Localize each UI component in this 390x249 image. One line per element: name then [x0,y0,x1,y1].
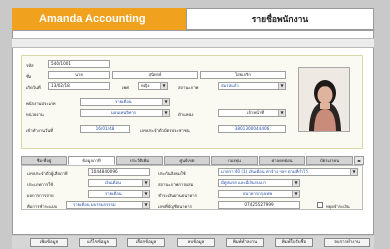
print-list-button[interactable]: พิมพ์ใบรับชื่อ [275,238,313,247]
id-card-label: เลขประจำตัวบัตรประชาชน [140,128,190,133]
tab-bar: ชื่อ-ที่อยู่ ข้อมูลภาษี ประวัติเพิ่ม ศูน… [21,156,364,165]
calc-type-value: เงินเดือน [105,180,121,185]
payment-method-label: คือการชำระแบบ [27,204,58,209]
marital-select[interactable]: สมรสแล้ว ▼ [218,82,286,90]
staff-type-label: พนักงานประเภท [26,101,56,106]
account-number-label: เลขที่บัญชีธนาคาร [158,204,192,209]
tab-history[interactable]: ประวัติเพิ่ม [116,156,163,165]
department-value: มอนเทนจิทาร [111,110,137,115]
payment-method-value: รายเดือน มบรรมกรรรม [73,202,116,207]
page-title: รายชื่อพนักงาน [186,8,374,30]
select-button[interactable]: เลือกข้อมูล [127,238,165,247]
birth-date-field[interactable]: 13/02/18 [48,82,110,90]
marital-label: สถานะภาพ [178,85,199,90]
start-date-field[interactable]: 16/01/48 [80,125,130,133]
edit-button[interactable]: แก้ไขข้อมูล [79,238,117,247]
chevron-down-icon: ▼ [350,169,357,175]
tab-time-card[interactable]: บัตรเงาคน [306,156,353,165]
tab-tax-info[interactable]: ข้อมูลภาษี [68,156,115,165]
payment-method-select[interactable]: รายเดือน มบรรมกรรรม ▼ [66,201,150,209]
staff-type-select[interactable]: รายเดือน ▼ [80,98,170,106]
tax-id-field[interactable]: 1044840096 [88,168,150,176]
calc-type-select[interactable]: เงินเดือน ▼ [88,179,150,187]
tax-id-label: เลขประจำตัวผู้เสียภาษี [27,171,68,176]
spouse-status-label: สถานะภาพการผสม [158,182,194,187]
bank-select[interactable]: ธนาคารกรุงเทพ ▼ [218,190,300,198]
tab-name-address[interactable]: ชื่อ-ที่อยู่ [21,156,67,165]
chevron-down-icon: ▼ [142,191,149,197]
add-button[interactable]: เพิ่มข้อมูล [30,238,68,247]
chevron-down-icon: ▼ [142,202,149,208]
spouse-status-value: มีคู่สมรส และมีเงินรบเบา [221,180,266,185]
stop-payment-label: หยุดจำระเงิน [326,204,350,209]
pay-cycle-label: ผลการการจ่าย [27,193,54,198]
position-label: ตำแหน่ง [178,112,194,117]
pay-cycle-value: รายเดือน [105,191,122,196]
department-label: หน่วยงาน [26,112,44,117]
code-label: รหัส [26,63,34,68]
employee-photo [298,67,350,132]
id-card-field[interactable]: 3801300044406 [218,125,286,133]
person-portrait-icon [299,68,349,131]
chevron-down-icon: ▼ [278,110,285,116]
name-label: ชื่อ [26,74,32,79]
chevron-down-icon: ▼ [292,191,299,197]
delete-button[interactable]: ลบข้อมูล [177,238,215,247]
last-name-field[interactable]: ไสยเกริก [200,71,286,79]
staff-type-value: รายเดือน [115,99,132,104]
bank-label: ชำระเงินผ่านธนาคาร [158,193,197,198]
chevron-down-icon: ▼ [278,83,285,89]
bank-value: ธนาคารกรุงเทพ [243,191,272,196]
sex-label: เพศ [122,85,129,90]
birth-date-label: เกิดวันที่ [26,85,41,90]
close-button[interactable]: จบการทำงาน [324,238,370,247]
tab-cost-center[interactable]: ศูนย์เขต [164,156,210,165]
position-value: เจ้าหน้าที่ [247,110,264,115]
pay-cycle-select[interactable]: รายเดือน ▼ [88,190,150,198]
tab-fund[interactable]: กองทุน [211,156,258,165]
social-security-label: ประกันสังคมใช้ [158,171,186,176]
department-select[interactable]: มอนเทนจิทาร ▼ [80,109,170,117]
spouse-status-select[interactable]: มีคู่สมรส และมีเงินรบเบา ▼ [218,179,300,187]
sex-select[interactable]: หญิง ▼ [138,82,168,90]
marital-value: สมรสแล้ว [221,83,239,88]
app-title: Amanda Accounting [12,8,186,30]
social-security-value: มาตรา 40 (1) เงินเดือน ค่าจ้าง ฯลฯ ตามที… [221,169,308,174]
calc-type-label: ประเภทการใช้ [27,182,54,187]
prefix-field[interactable]: นาย [48,71,110,79]
chevron-down-icon: ▼ [162,110,169,116]
tab-deduction[interactable]: ค่าลดหย่อน [259,156,305,165]
chevron-down-icon: ▼ [292,180,299,186]
chevron-down-icon: ▼ [160,83,167,89]
start-date-label: เข้าทำงานวันที่ [26,128,53,133]
top-strip [12,38,374,48]
position-select[interactable]: เจ้าหน้าที่ ▼ [218,109,286,117]
tab-scroll-arrows[interactable]: ◂▸ [354,156,364,165]
chevron-down-icon: ▼ [162,99,169,105]
code-field[interactable]: 540/1001 [48,60,110,68]
chevron-down-icon: ▼ [142,180,149,186]
first-name-field[interactable]: สุนิทรย์ [112,71,198,79]
print-card-button[interactable]: พิมพ์ทำลงาน [226,238,264,247]
stop-payment-checkbox[interactable] [317,202,323,208]
sex-value: หญิง [141,83,150,88]
account-number-field[interactable]: 07425527999 [218,201,300,209]
social-security-select[interactable]: มาตรา 40 (1) เงินเดือน ค่าจ้าง ฯลฯ ตามที… [218,168,358,176]
